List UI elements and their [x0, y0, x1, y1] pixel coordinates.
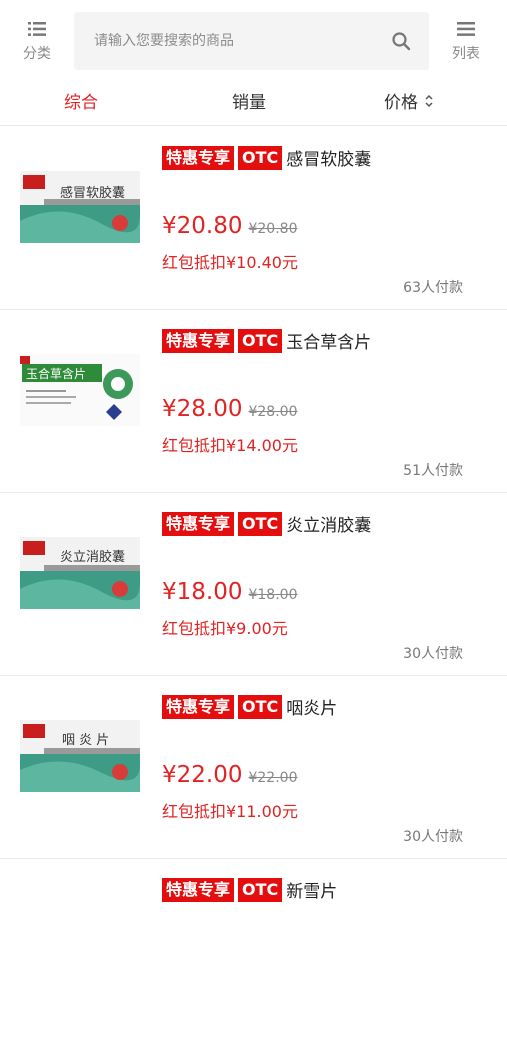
svg-text:炎立消胶囊: 炎立消胶囊 — [60, 549, 125, 565]
sort-comprehensive-label: 综合 — [64, 93, 98, 113]
search-input[interactable] — [94, 33, 374, 49]
promo-tag: 特惠专享 — [162, 328, 235, 353]
paid-count: 51人付款 — [403, 463, 463, 479]
coupon-deduction: 红包抵扣¥10.40元 — [162, 253, 298, 272]
promo-tag: 特惠专享 — [162, 877, 235, 902]
search-icon[interactable] — [391, 31, 411, 55]
original-price: ¥22.00 — [248, 770, 298, 786]
svg-text:感冒软胶囊: 感冒软胶囊 — [60, 185, 125, 201]
product-name[interactable]: 炎立消胶囊 — [286, 511, 371, 536]
product-card[interactable]: 特惠专享 OTC 新雪片 — [0, 859, 507, 1042]
product-card[interactable]: 感冒软胶囊 特惠专享 OTC 感冒软胶囊 ¥20.80 ¥20.80 红包抵扣¥… — [0, 127, 507, 310]
list-view-label: 列表 — [452, 45, 480, 62]
svg-text:玉合草含片: 玉合草含片 — [26, 366, 86, 381]
product-price: ¥20.80 — [162, 213, 243, 239]
list-bullets-icon — [27, 18, 47, 40]
coupon-deduction: 红包抵扣¥11.00元 — [162, 802, 298, 821]
menu-icon — [456, 18, 476, 40]
product-card[interactable]: 咽 炎 片 特惠专享 OTC 咽炎片 ¥22.00 ¥22.00 红包抵扣¥11… — [0, 676, 507, 859]
promo-tag: 特惠专享 — [162, 145, 235, 170]
search-box[interactable] — [74, 12, 429, 70]
product-name[interactable]: 玉合草含片 — [286, 328, 371, 353]
product-image[interactable]: 咽 炎 片 — [20, 720, 140, 792]
category-label: 分类 — [23, 45, 51, 62]
product-name[interactable]: 咽炎片 — [286, 694, 337, 719]
product-name[interactable]: 感冒软胶囊 — [286, 145, 371, 170]
svg-text:咽 炎 片: 咽 炎 片 — [62, 733, 109, 748]
top-bar: 分类 列表 — [0, 0, 507, 80]
product-price: ¥18.00 — [162, 579, 243, 605]
promo-tag: 特惠专享 — [162, 694, 235, 719]
sort-sales[interactable]: 销量 — [232, 88, 266, 113]
product-card[interactable]: 玉合草含片 特惠专享 OTC 玉合草含片 ¥28.00 ¥28.00 红包抵扣¥… — [0, 310, 507, 493]
list-view-button[interactable]: 列表 — [431, 0, 501, 80]
original-price: ¥20.80 — [248, 221, 298, 237]
paid-count: 30人付款 — [403, 646, 463, 662]
product-image[interactable]: 玉合草含片 — [20, 354, 140, 426]
otc-tag: OTC — [238, 511, 283, 536]
promo-tag: 特惠专享 — [162, 511, 235, 536]
paid-count: 63人付款 — [403, 280, 463, 296]
product-name[interactable]: 新雪片 — [286, 877, 337, 902]
otc-tag: OTC — [238, 877, 283, 902]
product-image[interactable]: 感冒软胶囊 — [20, 171, 140, 243]
otc-tag: OTC — [238, 694, 283, 719]
sort-price[interactable]: 价格 — [384, 88, 434, 113]
original-price: ¥18.00 — [248, 587, 298, 603]
coupon-deduction: 红包抵扣¥9.00元 — [162, 619, 288, 638]
product-card[interactable]: 炎立消胶囊 特惠专享 OTC 炎立消胶囊 ¥18.00 ¥18.00 红包抵扣¥… — [0, 493, 507, 676]
product-price: ¥28.00 — [162, 396, 243, 422]
sort-price-label: 价格 — [384, 93, 418, 113]
original-price: ¥28.00 — [248, 404, 298, 420]
product-price: ¥22.00 — [162, 762, 243, 788]
paid-count: 30人付款 — [403, 829, 463, 845]
product-image[interactable]: 炎立消胶囊 — [20, 537, 140, 609]
otc-tag: OTC — [238, 145, 283, 170]
sort-bar: 综合 销量 价格 — [0, 80, 507, 126]
sort-comprehensive[interactable]: 综合 — [64, 88, 98, 113]
category-button[interactable]: 分类 — [2, 0, 72, 80]
sort-toggle-icon — [424, 93, 434, 109]
sort-sales-label: 销量 — [232, 93, 266, 113]
otc-tag: OTC — [238, 328, 283, 353]
coupon-deduction: 红包抵扣¥14.00元 — [162, 436, 298, 455]
